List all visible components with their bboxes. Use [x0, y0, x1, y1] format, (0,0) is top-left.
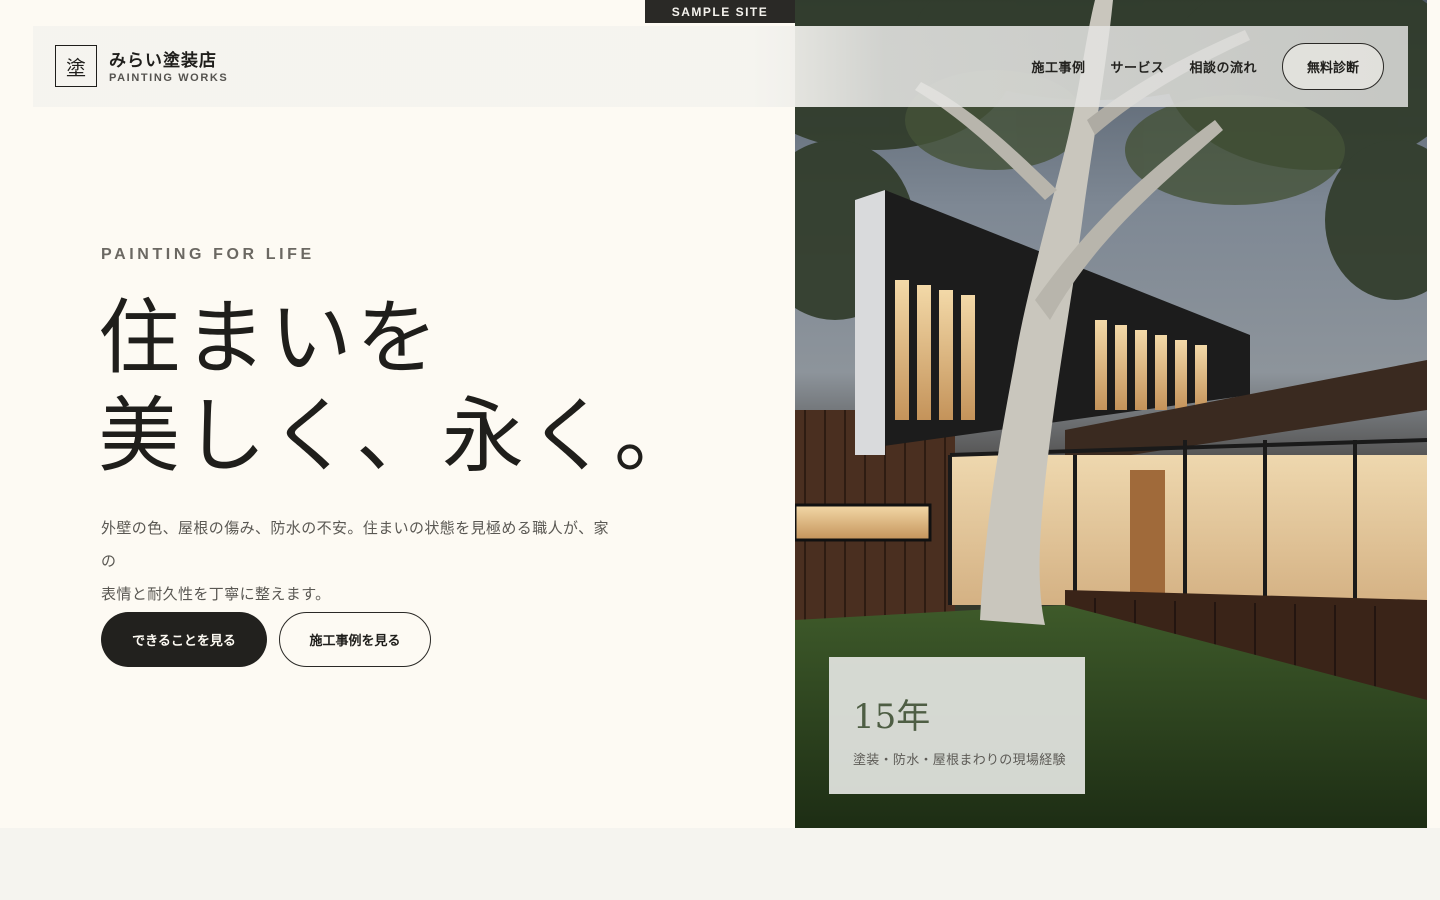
stat-value: 15年 — [853, 697, 931, 737]
hero-eyebrow: PAINTING FOR LIFE — [101, 246, 315, 263]
brand-subtitle: PAINTING WORKS — [109, 72, 229, 84]
nav-link-flow[interactable]: 相談の流れ — [1189, 57, 1257, 76]
headline-line-1: 住まいを — [98, 291, 443, 386]
see-services-button[interactable]: できることを見る — [101, 612, 267, 667]
lead-line-2: 表情と耐久性を丁寧に整えます。 — [101, 585, 331, 603]
nav-link-works[interactable]: 施工事例 — [1031, 57, 1085, 76]
hero-lead: 外壁の色、屋根の傷み、防水の不安。住まいの状態を見極める職人が、家の 表情と耐久… — [101, 512, 621, 611]
sample-site-tag: SAMPLE SITE — [645, 0, 795, 23]
experience-stat-card: 15年 塗装・防水・屋根まわりの現場経験 — [829, 657, 1085, 794]
site-header: 塗 みらい塗装店 PAINTING WORKS 施工事例 サービス 相談の流れ … — [33, 26, 1408, 107]
free-diagnosis-button[interactable]: 無料診断 — [1282, 43, 1384, 90]
hero-headline: 住まいを 美しく、永く。 — [98, 290, 700, 486]
see-works-button[interactable]: 施工事例を見る — [279, 612, 431, 667]
brand-name[interactable]: みらい塗装店 — [109, 46, 217, 71]
headline-line-2: 美しく、永く。 — [98, 389, 701, 484]
stat-caption: 塗装・防水・屋根まわりの現場経験 — [853, 753, 1066, 768]
logo-mark[interactable]: 塗 — [55, 45, 97, 87]
nav-link-services[interactable]: サービス — [1110, 57, 1164, 76]
lead-line-1: 外壁の色、屋根の傷み、防水の不安。住まいの状態を見極める職人が、家の — [101, 519, 609, 570]
main-nav: 施工事例 サービス 相談の流れ 無料診断 — [1006, 43, 1384, 90]
